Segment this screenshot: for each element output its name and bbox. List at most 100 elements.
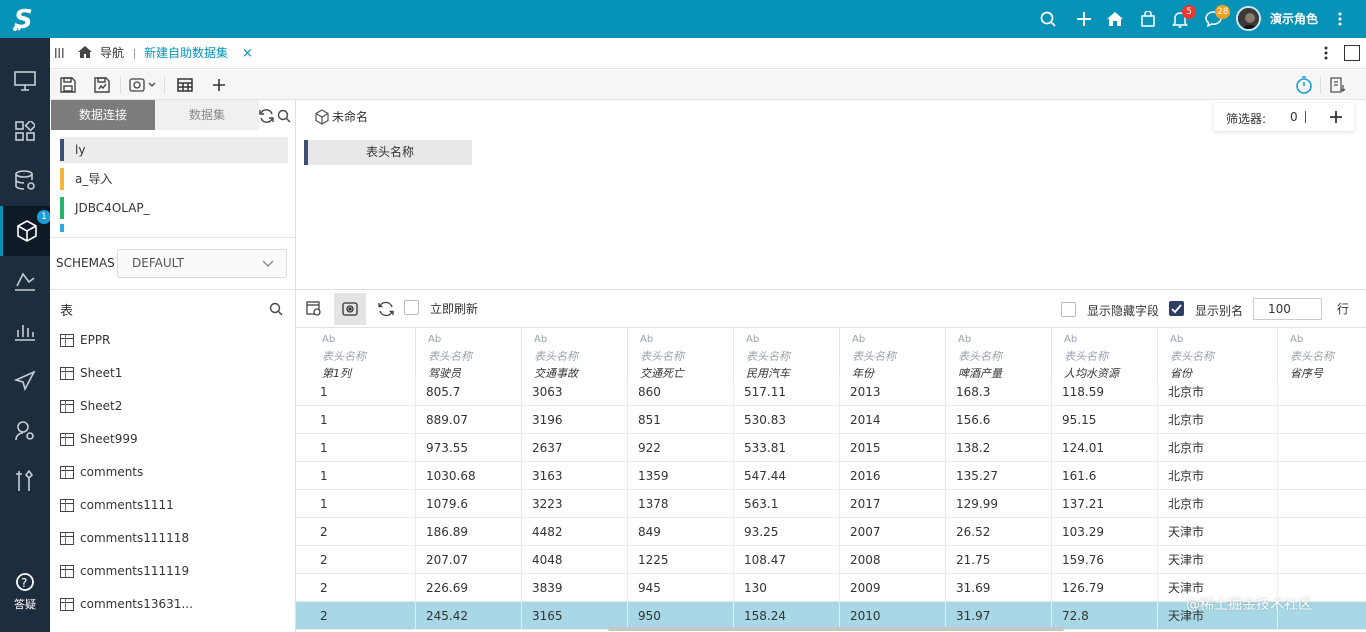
- chevron-down-icon: [262, 260, 274, 267]
- table-row[interactable]: 2 207.07 4048 1225 108.47 2008 21.75 159.76 天津市: [296, 546, 1366, 574]
- table-cell: 2: [310, 546, 416, 574]
- table-cell: 860: [628, 378, 734, 406]
- table-item[interactable]: comments111118: [60, 522, 280, 555]
- search-icon[interactable]: [1036, 7, 1060, 31]
- table-cell: 2637: [522, 434, 628, 462]
- connection-item[interactable]: ly: [60, 137, 288, 163]
- table-row[interactable]: 1 889.07 3196 851 530.83 2014 156.6 95.15 北京市: [296, 406, 1366, 434]
- tab-new-dataset[interactable]: 新建自助数据集: [144, 38, 228, 69]
- tables-title: 表: [60, 304, 74, 319]
- show-alias-checkbox[interactable]: [1169, 301, 1184, 316]
- tab-dataset[interactable]: 数据集: [155, 100, 259, 130]
- table-item[interactable]: comments1111: [60, 489, 280, 522]
- add-toolbar-icon[interactable]: [207, 73, 231, 97]
- rail-dashboard-icon[interactable]: [0, 106, 50, 156]
- connection-item[interactable]: a_导入: [60, 166, 288, 192]
- save-as-icon[interactable]: [90, 73, 114, 97]
- connection-item[interactable]: JDBC4OLAP_: [60, 195, 288, 221]
- table-row[interactable]: 2 186.89 4482 849 93.25 2007 26.52 103.29 天津市: [296, 518, 1366, 546]
- table-row[interactable]: 1 973.55 2637 922 533.81 2015 138.2 124.01 北京市: [296, 434, 1366, 462]
- show-hidden-checkbox[interactable]: [1061, 302, 1076, 317]
- table-item[interactable]: EPPR: [60, 324, 280, 357]
- refresh-connections-icon[interactable]: [259, 109, 274, 126]
- table-icon[interactable]: [173, 73, 197, 97]
- column-header[interactable]: Ab 表头名称 年份: [840, 328, 946, 380]
- app-logo[interactable]: S: [0, 0, 50, 38]
- top-bar: 5 28 演示角色: [50, 0, 1366, 38]
- nav-home-icon[interactable]: [77, 45, 93, 62]
- table-row[interactable]: 1 1030.68 3163 1359 547.44 2016 135.27 161.6 北京市: [296, 462, 1366, 490]
- rail-send-icon[interactable]: [0, 356, 50, 406]
- table-cell: 103.29: [1052, 518, 1158, 546]
- connection-color-bar: [60, 139, 64, 161]
- column-header[interactable]: Ab 表头名称 交通死亡: [628, 328, 734, 380]
- rail-dataset-icon[interactable]: 1: [0, 206, 51, 256]
- table-icon: [60, 565, 74, 578]
- tab-more-icon[interactable]: [1324, 46, 1328, 63]
- table-icon: [60, 433, 74, 446]
- rail-analysis-icon[interactable]: [0, 256, 50, 306]
- rail-data-source-icon[interactable]: [0, 156, 50, 206]
- tab-close-icon[interactable]: ×: [242, 38, 253, 69]
- tab-list-toggle-icon[interactable]: [55, 47, 64, 62]
- column-header[interactable]: Ab 表头名称 第1列: [310, 328, 416, 380]
- table-cell: 130: [734, 574, 840, 602]
- header-name-chip[interactable]: 表头名称: [304, 140, 472, 165]
- rail-tools-icon[interactable]: [0, 456, 50, 506]
- table-item[interactable]: Sheet999: [60, 423, 280, 456]
- field-settings-icon[interactable]: [302, 297, 326, 321]
- table-item[interactable]: comments111119: [60, 555, 280, 588]
- horizontal-scrollbar[interactable]: [608, 627, 1064, 631]
- message-icon[interactable]: 28: [1201, 5, 1231, 31]
- notification-bell-icon[interactable]: 5: [1168, 5, 1196, 31]
- table-cell: 2008: [840, 546, 946, 574]
- connection-color-bar: [60, 224, 64, 232]
- preview-mode-icon[interactable]: [334, 293, 366, 325]
- column-header[interactable]: Ab 表头名称 啤酒产量: [946, 328, 1052, 380]
- help-button[interactable]: ? 答疑: [0, 572, 50, 622]
- shop-bag-icon[interactable]: [1136, 7, 1160, 31]
- add-icon[interactable]: [1072, 7, 1096, 31]
- timer-icon[interactable]: [1292, 73, 1316, 97]
- maximize-icon[interactable]: [1344, 45, 1360, 61]
- table-row[interactable]: 1 805.7 3063 860 517.11 2013 168.3 118.59 北京市: [296, 378, 1366, 406]
- preview-dropdown-icon[interactable]: [128, 73, 158, 97]
- table-item[interactable]: Sheet1: [60, 357, 280, 390]
- add-filter-icon[interactable]: [1329, 110, 1343, 124]
- message-badge: 28: [1215, 5, 1231, 19]
- column-header[interactable]: Ab 表头名称 交通事故: [522, 328, 628, 380]
- connection-color-bar: [60, 168, 64, 190]
- text-type-icon: Ab: [640, 334, 654, 345]
- column-header[interactable]: Ab 表头名称 人均水资源: [1052, 328, 1158, 380]
- connection-item[interactable]: [60, 224, 288, 232]
- column-header[interactable]: Ab 表头名称 民用汽车: [734, 328, 840, 380]
- column-header[interactable]: Ab 表头名称 省份: [1158, 328, 1278, 380]
- tab-nav[interactable]: 导航: [100, 38, 124, 69]
- tab-data-connection[interactable]: 数据连接: [51, 100, 155, 130]
- search-connections-icon[interactable]: [277, 109, 291, 126]
- user-avatar[interactable]: [1236, 6, 1261, 31]
- table-item[interactable]: Sheet2: [60, 390, 280, 423]
- table-cell: 2017: [840, 490, 946, 518]
- rail-desktop-icon[interactable]: [0, 56, 50, 106]
- rail-chart-icon[interactable]: [0, 306, 50, 356]
- dataset-node[interactable]: 未命名: [314, 108, 368, 125]
- text-type-icon: Ab: [1064, 334, 1078, 345]
- search-tables-icon[interactable]: [269, 302, 283, 319]
- refresh-preview-icon[interactable]: [374, 297, 398, 321]
- rail-admin-icon[interactable]: [0, 406, 50, 456]
- column-header[interactable]: Ab 表头名称 省序号: [1278, 328, 1366, 380]
- instant-refresh-checkbox[interactable]: [404, 300, 419, 315]
- table-item[interactable]: comments: [60, 456, 280, 489]
- column-header[interactable]: Ab 表头名称 驾驶员: [416, 328, 522, 380]
- export-icon[interactable]: [1326, 73, 1350, 97]
- save-icon[interactable]: [56, 73, 80, 97]
- schema-select[interactable]: DEFAULT: [117, 249, 287, 278]
- table-cell: [1278, 518, 1366, 546]
- more-vertical-icon[interactable]: [1328, 7, 1352, 31]
- table-item[interactable]: comments13631...: [60, 588, 280, 621]
- table-row[interactable]: 1 1079.6 3223 1378 563.1 2017 129.99 137.21 北京市: [296, 490, 1366, 518]
- home-icon[interactable]: [1103, 7, 1127, 31]
- row-count-input[interactable]: [1253, 298, 1322, 320]
- user-name[interactable]: 演示角色: [1270, 0, 1318, 38]
